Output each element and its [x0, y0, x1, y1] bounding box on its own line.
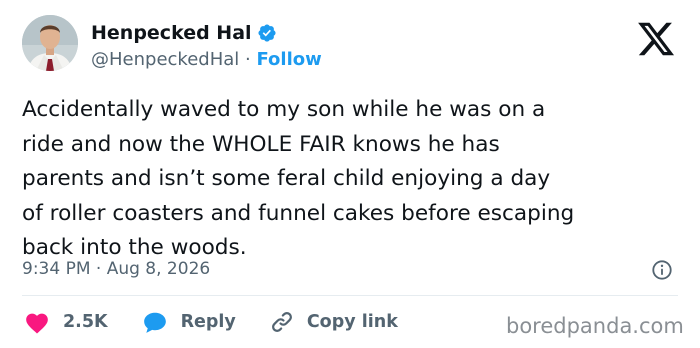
follow-button[interactable]: Follow — [256, 49, 321, 70]
copy-link-button[interactable]: Copy link — [270, 310, 398, 334]
tweet-text: Accidentally waved to my son while he wa… — [22, 97, 575, 261]
reply-button[interactable]: Reply — [142, 310, 236, 334]
copy-link-label: Copy link — [306, 312, 398, 332]
info-icon[interactable] — [651, 259, 673, 281]
heart-icon — [24, 310, 50, 334]
like-button[interactable]: 2.5K — [24, 310, 108, 334]
speech-bubble-icon — [142, 310, 168, 334]
action-bar: 2.5K Reply Copy link — [22, 308, 398, 336]
link-icon — [270, 310, 294, 334]
handle-row: @HenpeckedHal · Follow — [91, 48, 322, 72]
verified-badge-icon — [257, 23, 277, 43]
avatar[interactable] — [22, 15, 78, 71]
like-count: 2.5K — [63, 312, 108, 332]
display-name[interactable]: Henpecked Hal — [91, 21, 252, 45]
reply-label: Reply — [180, 312, 236, 332]
separator: · — [245, 49, 251, 70]
divider — [22, 295, 678, 296]
x-logo-icon[interactable] — [636, 19, 676, 59]
watermark: boredpanda.com — [506, 314, 684, 338]
author-name-row: Henpecked Hal — [91, 20, 277, 46]
handle[interactable]: @HenpeckedHal — [91, 49, 239, 70]
timestamp[interactable]: 9:34 PM · Aug 8, 2026 — [22, 257, 210, 281]
